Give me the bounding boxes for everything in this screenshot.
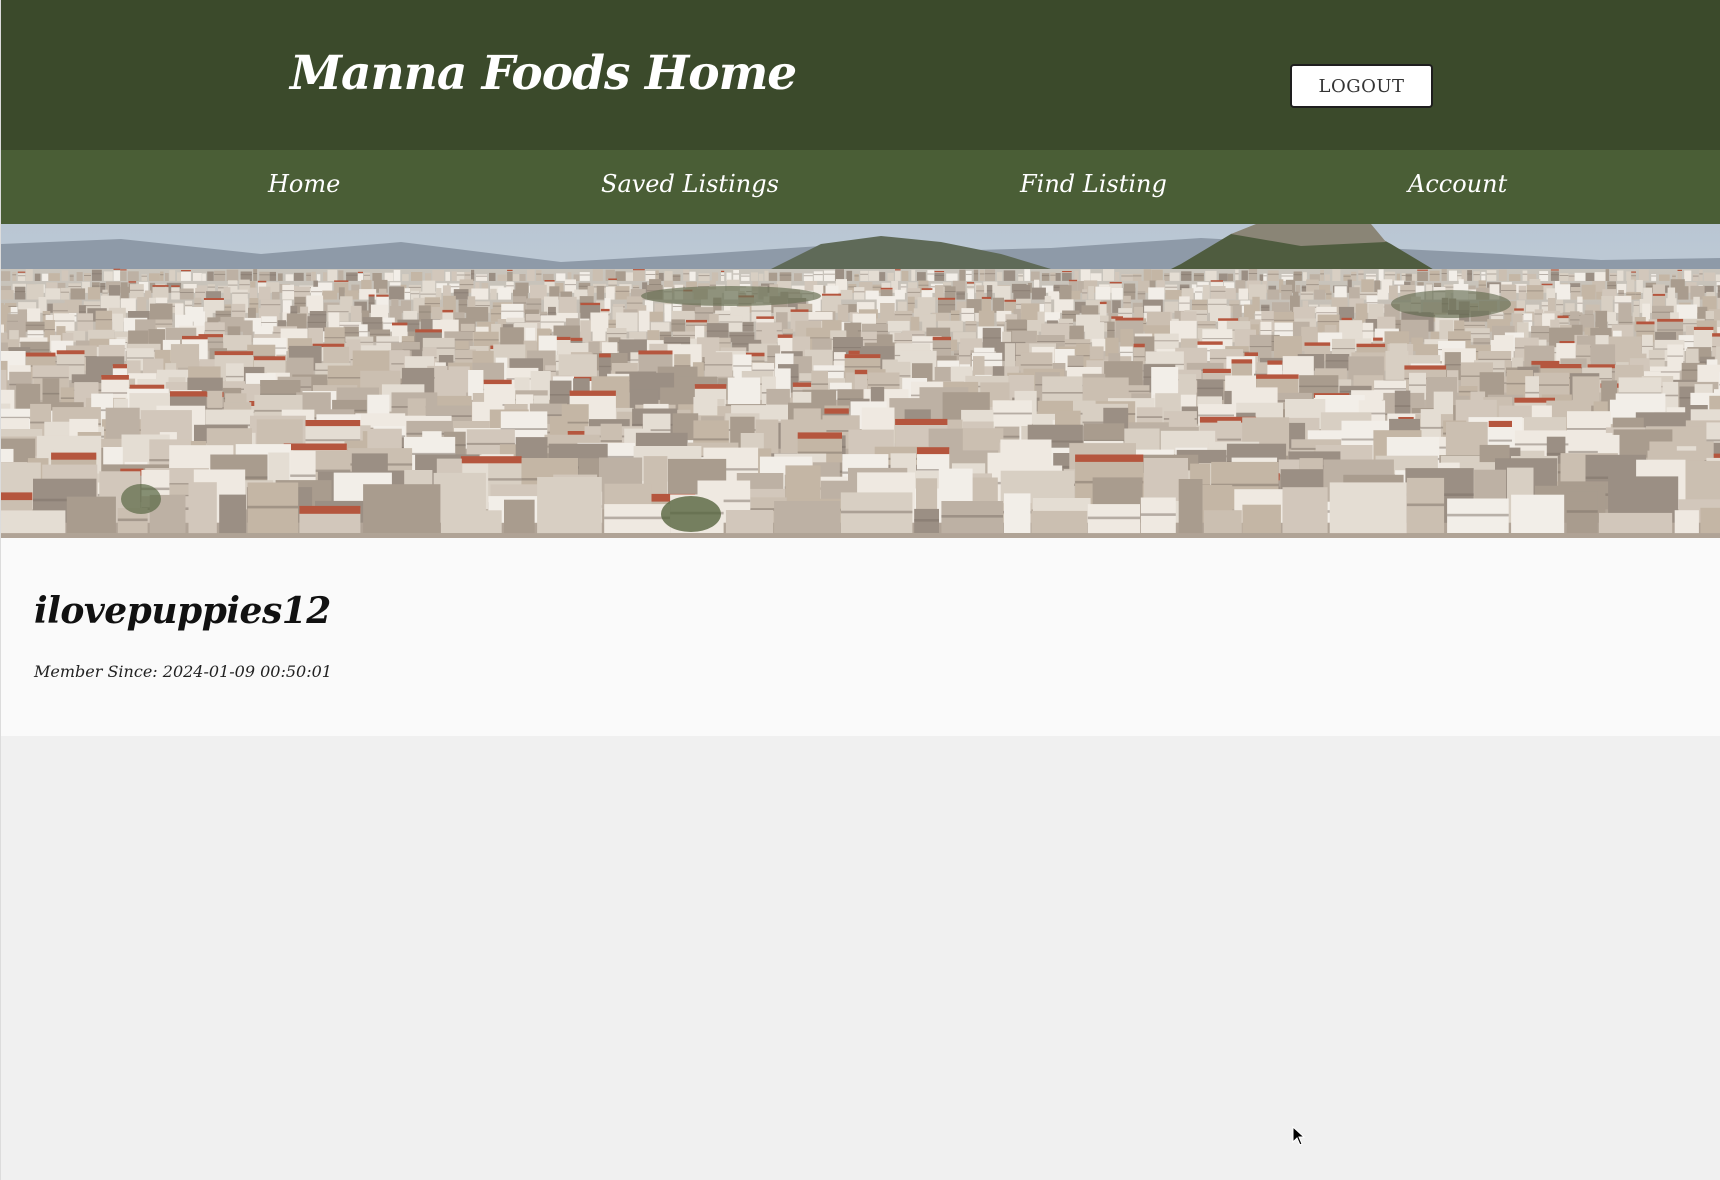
site-header: Manna Foods Home LOGOUT (1, 0, 1720, 150)
site-title: Manna Foods Home (290, 46, 797, 101)
mouse-pointer-icon (1292, 1126, 1306, 1146)
page: Manna Foods Home LOGOUT Home Saved Listi… (0, 0, 1720, 1180)
member-since-text: Member Since: 2024-01-09 00:50:01 (34, 662, 332, 681)
profile-section: ilovepuppies12 Member Since: 2024-01-09 … (1, 538, 1720, 736)
main-nav: Home Saved Listings Find Listing Account (1, 150, 1720, 224)
logout-button[interactable]: LOGOUT (1290, 64, 1433, 108)
hero-city-image (1, 224, 1720, 538)
nav-item-account[interactable]: Account (1408, 170, 1507, 198)
nav-item-find-listing[interactable]: Find Listing (1020, 170, 1167, 198)
nav-item-home[interactable]: Home (268, 170, 340, 198)
username-heading: ilovepuppies12 (34, 590, 331, 632)
nav-item-saved-listings[interactable]: Saved Listings (601, 170, 779, 198)
